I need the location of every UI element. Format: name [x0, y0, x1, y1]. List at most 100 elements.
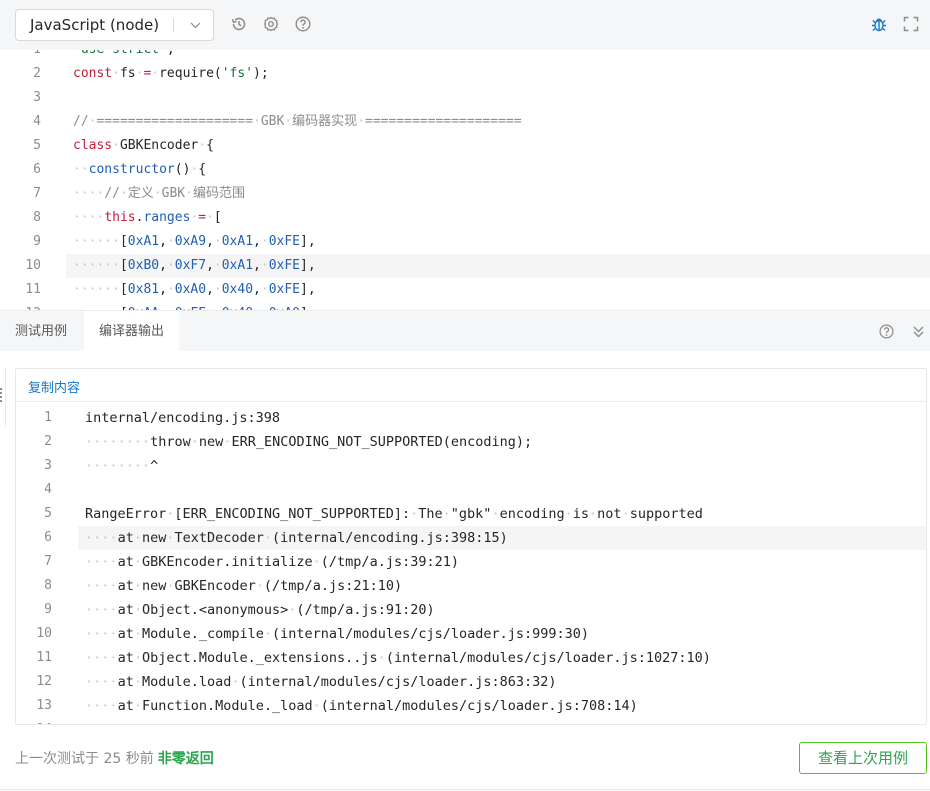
line-number: 11 — [36, 650, 52, 665]
code-text: ··constructor()·{ — [73, 162, 207, 177]
language-select-value: JavaScript (node) — [30, 16, 160, 34]
code-text: const·fs·=·require('fs'); — [73, 66, 269, 81]
output-text: ····at·GBKEncoder.initialize·(/tmp/a.js:… — [85, 554, 459, 570]
copy-content-link[interactable]: 复制内容 — [28, 377, 80, 396]
output-line: 7 ····at·GBKEncoder.initialize·(/tmp/a.js… — [16, 550, 926, 574]
output-line: 3 ········^ — [16, 454, 926, 478]
line-number: 9 — [33, 234, 41, 249]
line-number: 12 — [36, 674, 52, 689]
line-number: 8 — [33, 210, 41, 225]
code-text: ······[0xA1,·0xA9,·0xA1,·0xFE], — [73, 234, 316, 249]
output-text: ········throw·new·ERR_ENCODING_NOT_SUPPO… — [85, 434, 533, 450]
last-test-time: 上一次测试于 25 秒前 — [15, 751, 154, 767]
output-line: 2 ········throw·new·ERR_ENCODING_NOT_SUPP… — [16, 430, 926, 454]
line-number: 14 — [16, 718, 52, 724]
editor-line[interactable]: 2 const·fs·=·require('fs'); — [0, 62, 930, 86]
line-number: 5 — [44, 506, 52, 521]
line-number: 12 — [0, 302, 41, 310]
help-icon[interactable] — [294, 15, 312, 33]
line-number: 7 — [44, 554, 52, 569]
line-number: 10 — [25, 258, 41, 273]
line-number: 7 — [33, 186, 41, 201]
line-number: 1 — [44, 410, 52, 425]
line-number: 2 — [44, 434, 52, 449]
code-editor[interactable]: 1 'use strict'; 2 const·fs·=·require('fs');… — [0, 50, 930, 310]
output-text: ····at·Module._compile·(internal/modules… — [85, 626, 590, 642]
output-text: ····at·Function.Module._load·(internal/m… — [85, 698, 638, 714]
output-line: 13 ····at·Function.Module._load·(internal… — [16, 694, 926, 718]
output-line: 14 ····at·Function.executeUserEntryPoint·… — [16, 718, 926, 724]
line-number: 4 — [44, 482, 52, 497]
code-text: //·====================·GBK·编码器实现·======… — [73, 114, 522, 129]
output-line: 10 ····at·Module._compile·(internal/modul… — [16, 622, 926, 646]
editor-line[interactable]: 9 ······[0xA1,·0xA9,·0xA1,·0xFE], — [0, 230, 930, 254]
code-text: 'use strict'; — [73, 50, 175, 62]
editor-line[interactable]: 12 ······[0xAA,·0xFE,·0x40,·0xA0], — [0, 302, 930, 310]
code-text: class·GBKEncoder·{ — [73, 138, 214, 153]
editor-line[interactable]: 8 ····this.ranges·=·[ — [0, 206, 930, 230]
tab-test-cases[interactable]: 测试用例 — [0, 311, 82, 352]
line-number: 3 — [33, 90, 41, 105]
editor-line[interactable]: 10 ······[0xB0,·0xF7,·0xA1,·0xFE], — [0, 254, 930, 278]
line-number: 8 — [44, 578, 52, 593]
language-select[interactable]: JavaScript (node) — [15, 9, 214, 41]
line-number: 6 — [44, 530, 52, 545]
output-text: ····at·Object.Module._extensions..js·(in… — [85, 650, 711, 666]
line-number: 11 — [25, 282, 41, 297]
output-text: ········^ — [85, 458, 159, 474]
line-number: 6 — [33, 162, 41, 177]
line-number: 5 — [33, 138, 41, 153]
editor-line[interactable]: 4 //·====================·GBK·编码器实现·=====… — [0, 110, 930, 134]
code-text: ······[0x81,·0xA0,·0x40,·0xFE], — [73, 282, 316, 297]
line-number: 1 — [0, 50, 41, 62]
fullscreen-icon[interactable] — [902, 15, 920, 33]
output-box: 复制内容 1 internal/encoding.js:398 2 ········t… — [15, 368, 927, 725]
editor-line[interactable]: 6 ··constructor()·{ — [0, 158, 930, 182]
output-line: 6 ····at·new·TextDecoder·(internal/encodi… — [16, 526, 926, 550]
output-text: ····at·Function.executeUserEntryPoint·[a… — [85, 718, 792, 724]
code-text: ······[0xB0,·0xF7,·0xA1,·0xFE], — [73, 258, 316, 273]
editor-toolbar: JavaScript (node) — [0, 0, 930, 50]
output-text: ····at·Module.load·(internal/modules/cjs… — [85, 674, 557, 690]
line-number: 9 — [44, 602, 52, 617]
output-text: ····at·Object.<anonymous>·(/tmp/a.js:91:… — [85, 602, 435, 618]
panel-help-icon[interactable] — [878, 323, 895, 340]
output-text: internal/encoding.js:398 — [85, 410, 281, 426]
status-badge: 非零返回 — [157, 751, 214, 767]
editor-line[interactable]: 3 — [0, 86, 930, 110]
debug-icon[interactable] — [870, 15, 888, 33]
view-last-case-button[interactable]: 查看上次用例 — [799, 742, 927, 774]
output-line: 9 ····at·Object.<anonymous>·(/tmp/a.js:91… — [16, 598, 926, 622]
bottom-panel-tabs: 测试用例 编译器输出 — [0, 310, 930, 352]
output-line: 8 ····at·new·GBKEncoder·(/tmp/a.js:21:10) — [16, 574, 926, 598]
line-number: 10 — [36, 626, 52, 641]
bottom-divider — [0, 789, 930, 790]
last-test-info: 上一次测试于 25 秒前 非零返回 — [15, 748, 214, 768]
output-line: 11 ····at·Object.Module._extensions..js·(… — [16, 646, 926, 670]
output-text: RangeError·[ERR_ENCODING_NOT_SUPPORTED]:… — [85, 506, 703, 522]
output-text: ····at·new·GBKEncoder·(/tmp/a.js:21:10) — [85, 578, 403, 594]
output-line: 12 ····at·Module.load·(internal/modules/c… — [16, 670, 926, 694]
chevron-down-icon — [190, 10, 201, 52]
output-line: 5 RangeError·[ERR_ENCODING_NOT_SUPPORTED]… — [16, 502, 926, 526]
line-number: 2 — [33, 66, 41, 81]
line-number: 3 — [44, 458, 52, 473]
editor-line[interactable]: 7 ····//·定义·GBK·编码范围 — [0, 182, 930, 206]
output-line: 1 internal/encoding.js:398 — [16, 406, 926, 430]
editor-line[interactable]: 5 class·GBKEncoder·{ — [0, 134, 930, 158]
line-number: 4 — [33, 114, 41, 129]
code-text: ····//·定义·GBK·编码范围 — [73, 186, 245, 201]
resize-handle[interactable] — [0, 368, 6, 426]
collapse-panel-icon[interactable] — [910, 323, 927, 340]
divider — [16, 401, 926, 402]
editor-line[interactable]: 11 ······[0x81,·0xA0,·0x40,·0xFE], — [0, 278, 930, 302]
select-separator — [173, 18, 174, 32]
code-text: ····this.ranges·=·[ — [73, 210, 222, 225]
history-icon[interactable] — [230, 15, 248, 33]
output-text: ····at·new·TextDecoder·(internal/encodin… — [85, 530, 508, 546]
settings-icon[interactable] — [262, 15, 280, 33]
tab-compiler-output[interactable]: 编译器输出 — [84, 311, 180, 352]
editor-line[interactable]: 1 'use strict'; — [0, 50, 930, 62]
compiler-output-panel: 复制内容 1 internal/encoding.js:398 2 ········t… — [0, 351, 930, 791]
code-text: ······[0xAA,·0xFE,·0x40,·0xA0], — [73, 302, 316, 310]
